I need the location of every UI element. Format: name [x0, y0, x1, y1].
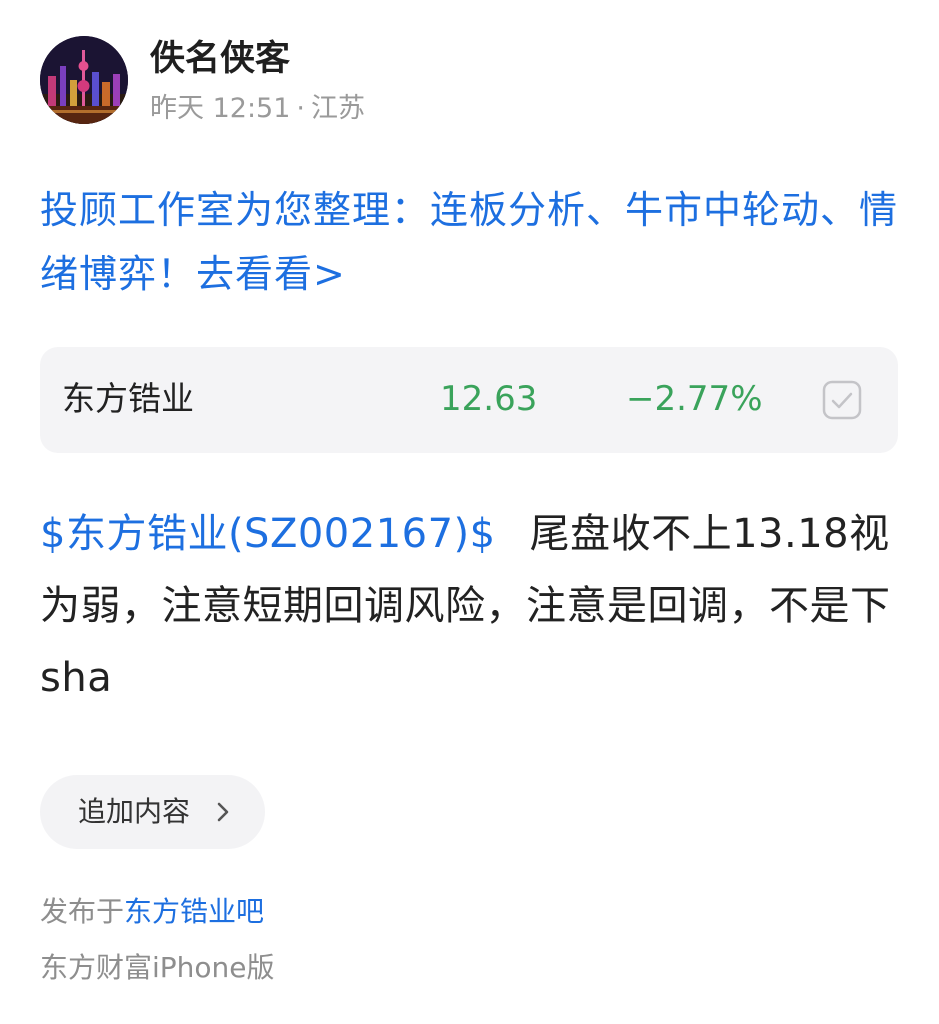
- stock-link[interactable]: $东方锆业(SZ002167)$: [40, 511, 496, 557]
- bar-link[interactable]: 东方锆业吧: [124, 895, 264, 928]
- author-name[interactable]: 佚名侠客: [150, 38, 290, 80]
- stock-card[interactable]: 东方锆业 12.63 −2.77%: [40, 347, 898, 453]
- post-header: 佚名侠客 昨天 12:51 · 江苏: [40, 36, 900, 126]
- post-body: $东方锆业(SZ002167)$ 尾盘收不上13.18视为弱，注意短期回调风险，注…: [40, 498, 902, 714]
- stock-change: −2.77%: [626, 379, 763, 419]
- published-in: 发布于东方锆业吧: [40, 894, 264, 930]
- chevron-right-icon: [214, 799, 232, 825]
- city-skyline-icon: [40, 36, 128, 124]
- client-source: 东方财富iPhone版: [40, 951, 275, 984]
- promo-link[interactable]: 投顾工作室为您整理：连板分析、牛市中轮动、情绪博弈！去看看>: [40, 178, 902, 306]
- stock-name: 东方锆业: [62, 379, 194, 418]
- stock-price: 12.63: [440, 379, 538, 419]
- published-prefix: 发布于: [40, 895, 125, 928]
- post-location: 江苏: [311, 93, 365, 124]
- add-content-label: 追加内容: [78, 795, 191, 828]
- post-meta: 昨天 12:51 · 江苏: [150, 92, 365, 126]
- add-content-button[interactable]: 追加内容: [40, 775, 265, 849]
- avatar[interactable]: [40, 36, 128, 124]
- meta-separator: ·: [296, 93, 305, 124]
- checkbox-icon[interactable]: [822, 380, 862, 420]
- post-time: 昨天 12:51: [150, 93, 291, 124]
